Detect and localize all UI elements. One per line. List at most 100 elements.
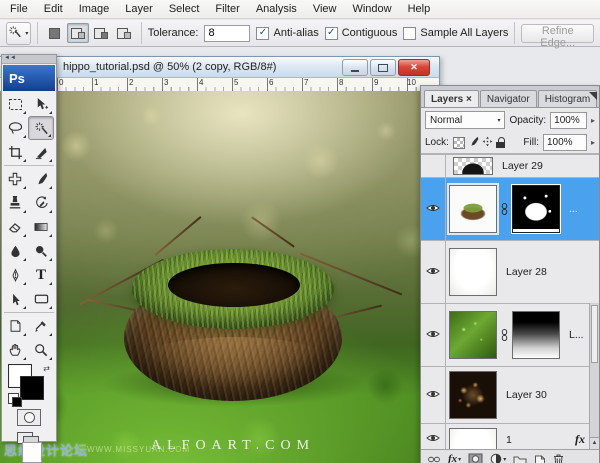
- scrollbar[interactable]: ▲: [589, 303, 599, 449]
- delete-layer-icon[interactable]: [553, 453, 564, 463]
- close-button[interactable]: ✕: [398, 59, 430, 76]
- move-tool[interactable]: [28, 92, 54, 116]
- contiguous-checkbox[interactable]: ✓ Contiguous: [324, 26, 397, 40]
- default-colors-icon[interactable]: [8, 393, 22, 407]
- magic-wand-tool[interactable]: [28, 116, 54, 140]
- separator: [140, 22, 142, 44]
- layer-row[interactable]: Layer 29: [421, 155, 599, 178]
- fill-spinner-icon[interactable]: ▸: [591, 138, 595, 147]
- layer-fx-badge[interactable]: fx: [575, 432, 585, 447]
- tab-layers[interactable]: Layers ×: [424, 90, 479, 107]
- layer-thumbnail[interactable]: [453, 157, 493, 175]
- visibility-well[interactable]: [421, 367, 446, 423]
- minimize-button[interactable]: [342, 59, 368, 76]
- tolerance-input[interactable]: [204, 24, 251, 42]
- mask-link-icon[interactable]: [500, 328, 509, 342]
- notes-tool[interactable]: [2, 314, 28, 338]
- visibility-well[interactable]: [421, 424, 446, 449]
- menu-analysis[interactable]: Analysis: [248, 1, 305, 17]
- shape-tool[interactable]: [28, 287, 54, 311]
- menu-help[interactable]: Help: [400, 1, 439, 17]
- layer-row[interactable]: Layer 28: [421, 241, 599, 304]
- tab-navigator[interactable]: Navigator: [479, 90, 537, 107]
- slice-tool[interactable]: [28, 140, 54, 164]
- layer-thumbnail[interactable]: [449, 428, 497, 449]
- visibility-well[interactable]: [421, 178, 446, 240]
- menu-file[interactable]: File: [2, 1, 36, 17]
- history-brush-tool[interactable]: [28, 191, 54, 215]
- layer-row[interactable]: Layer 30: [421, 367, 599, 424]
- blur-tool[interactable]: [2, 239, 28, 263]
- lock-pixels-icon[interactable]: [468, 136, 479, 150]
- menu-layer[interactable]: Layer: [117, 1, 161, 17]
- anti-alias-checkbox[interactable]: ✓ Anti-alias: [256, 26, 319, 40]
- menu-filter[interactable]: Filter: [207, 1, 247, 17]
- menu-edit[interactable]: Edit: [36, 1, 71, 17]
- layer-thumbnail[interactable]: [449, 311, 497, 359]
- new-layer-icon[interactable]: [534, 453, 546, 463]
- eraser-tool[interactable]: [2, 215, 28, 239]
- menu-image[interactable]: Image: [71, 1, 118, 17]
- blend-mode-select[interactable]: Normal ▾: [425, 111, 506, 129]
- hand-tool[interactable]: [2, 338, 28, 362]
- brush-tool[interactable]: [28, 167, 54, 191]
- layers-panel: Layers × Navigator Histogram Normal ▾ Op…: [420, 85, 600, 463]
- visibility-well[interactable]: [421, 241, 446, 303]
- layer-row[interactable]: 1 fx: [421, 424, 599, 449]
- layer-mask-thumbnail[interactable]: [512, 311, 560, 359]
- zoom-tool[interactable]: [28, 338, 54, 362]
- anti-alias-label: Anti-alias: [273, 27, 319, 39]
- swap-colors-icon[interactable]: ⇄: [43, 364, 50, 373]
- fill-field[interactable]: 100%: [542, 134, 587, 151]
- type-tool[interactable]: T: [28, 263, 54, 287]
- layer-row[interactable]: L...: [421, 304, 599, 367]
- layer-thumbnail[interactable]: [449, 185, 497, 233]
- add-layer-mask-icon[interactable]: [468, 453, 483, 463]
- layer-thumbnail[interactable]: [449, 248, 497, 296]
- pen-tool[interactable]: [2, 263, 28, 287]
- opacity-spinner-icon[interactable]: ▸: [591, 116, 595, 125]
- path-selection-tool[interactable]: [2, 287, 28, 311]
- opacity-field[interactable]: 100%: [550, 111, 587, 129]
- sample-all-layers-checkbox[interactable]: Sample All Layers: [403, 26, 508, 40]
- add-to-selection-button[interactable]: [66, 23, 89, 43]
- mask-link-icon[interactable]: [500, 202, 509, 216]
- panel-collapse-arrow-icon[interactable]: [589, 92, 597, 100]
- background-color-swatch[interactable]: [20, 376, 44, 400]
- gradient-tool[interactable]: [28, 215, 54, 239]
- refine-edge-button[interactable]: Refine Edge...: [521, 23, 594, 49]
- layer-style-icon[interactable]: fx ▾: [448, 453, 461, 463]
- layer-row-selected[interactable]: ...: [421, 178, 599, 241]
- new-group-icon[interactable]: [513, 454, 527, 463]
- scroll-up-icon[interactable]: ▲: [590, 437, 599, 449]
- lock-transparency-icon[interactable]: [452, 136, 465, 149]
- scrollbar-thumb[interactable]: [591, 305, 598, 363]
- lock-position-icon[interactable]: [482, 136, 493, 150]
- crop-tool[interactable]: [2, 140, 28, 164]
- menu-view[interactable]: View: [305, 1, 345, 17]
- visibility-well[interactable]: [421, 155, 446, 177]
- quick-mask-button[interactable]: [17, 409, 41, 426]
- magic-wand-preset-button[interactable]: ▾: [6, 21, 31, 45]
- maximize-button[interactable]: [370, 59, 396, 76]
- menu-select[interactable]: Select: [161, 1, 208, 17]
- menu-window[interactable]: Window: [344, 1, 399, 17]
- adjustment-layer-icon[interactable]: ▾: [490, 453, 506, 463]
- lasso-tool[interactable]: [2, 116, 28, 140]
- healing-brush-tool[interactable]: [2, 167, 28, 191]
- subtract-from-selection-button[interactable]: [90, 23, 112, 43]
- clone-stamp-tool[interactable]: [2, 191, 28, 215]
- link-layers-icon[interactable]: [427, 455, 441, 463]
- visibility-well[interactable]: [421, 304, 446, 366]
- intersect-selection-button[interactable]: [113, 23, 135, 43]
- lock-all-icon[interactable]: [495, 136, 506, 149]
- eyedropper-tool[interactable]: [28, 314, 54, 338]
- toolbox-header[interactable]: ◄◄: [2, 55, 56, 64]
- layer-thumbnail[interactable]: [449, 371, 497, 419]
- new-selection-button[interactable]: [44, 23, 66, 43]
- dodge-tool[interactable]: [28, 239, 54, 263]
- rectangular-marquee-tool[interactable]: [2, 92, 28, 116]
- layer-mask-thumbnail[interactable]: [512, 185, 560, 233]
- document-title-bar[interactable]: hippo_tutorial.psd @ 50% (2 copy, RGB/8#…: [0, 57, 439, 78]
- canvas[interactable]: 思缘设计论坛 WWW.MISSYUAN.COM ALFOART.COM: [0, 91, 439, 463]
